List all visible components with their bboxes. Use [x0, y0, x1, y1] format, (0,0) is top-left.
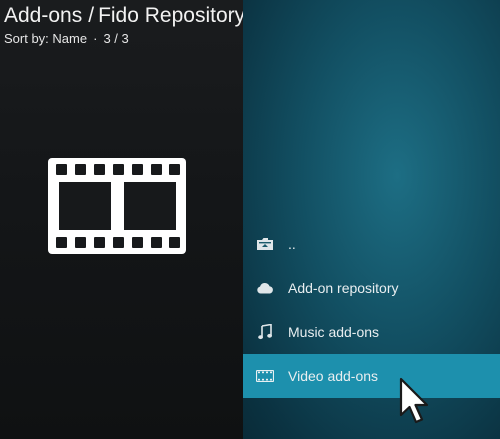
list-item-video-addons[interactable]: Video add-ons — [243, 354, 500, 398]
breadcrumb-current: Fido Repository — [98, 4, 246, 27]
breadcrumb-separator: / — [88, 4, 95, 27]
left-pane: Add-ons / Fido Repository Sort by: Name · 3 … — [0, 0, 245, 439]
film-icon — [256, 368, 274, 384]
page-title: Add-ons — [4, 4, 83, 27]
list-item-parent[interactable]: .. — [243, 222, 500, 266]
addon-category-list: .. Add-on repository Music add-ons Video… — [243, 222, 500, 398]
addons-window: Add-ons / Fido Repository Sort by: Name · 3 … — [0, 0, 500, 439]
parent-folder-icon — [256, 236, 274, 252]
sort-label[interactable]: Sort by: Name — [4, 31, 87, 46]
list-item-music-addons[interactable]: Music add-ons — [243, 310, 500, 354]
breadcrumb: Add-ons / Fido Repository — [4, 2, 245, 30]
sort-separator: · — [93, 31, 98, 46]
cloud-icon — [256, 280, 274, 296]
item-count: 3 / 3 — [103, 31, 129, 46]
list-item-label: Music add-ons — [288, 324, 380, 340]
sort-info: Sort by: Name · 3 / 3 — [4, 30, 245, 47]
mouse-pointer-icon — [399, 377, 429, 424]
film-strip-icon — [48, 158, 186, 254]
list-item-addon-repository[interactable]: Add-on repository — [243, 266, 500, 310]
list-item-label: Video add-ons — [288, 368, 379, 384]
music-note-icon — [256, 324, 274, 340]
list-item-label: Add-on repository — [288, 280, 399, 296]
list-item-label: .. — [288, 236, 296, 252]
header: Add-ons / Fido Repository Sort by: Name · 3 … — [4, 2, 245, 47]
